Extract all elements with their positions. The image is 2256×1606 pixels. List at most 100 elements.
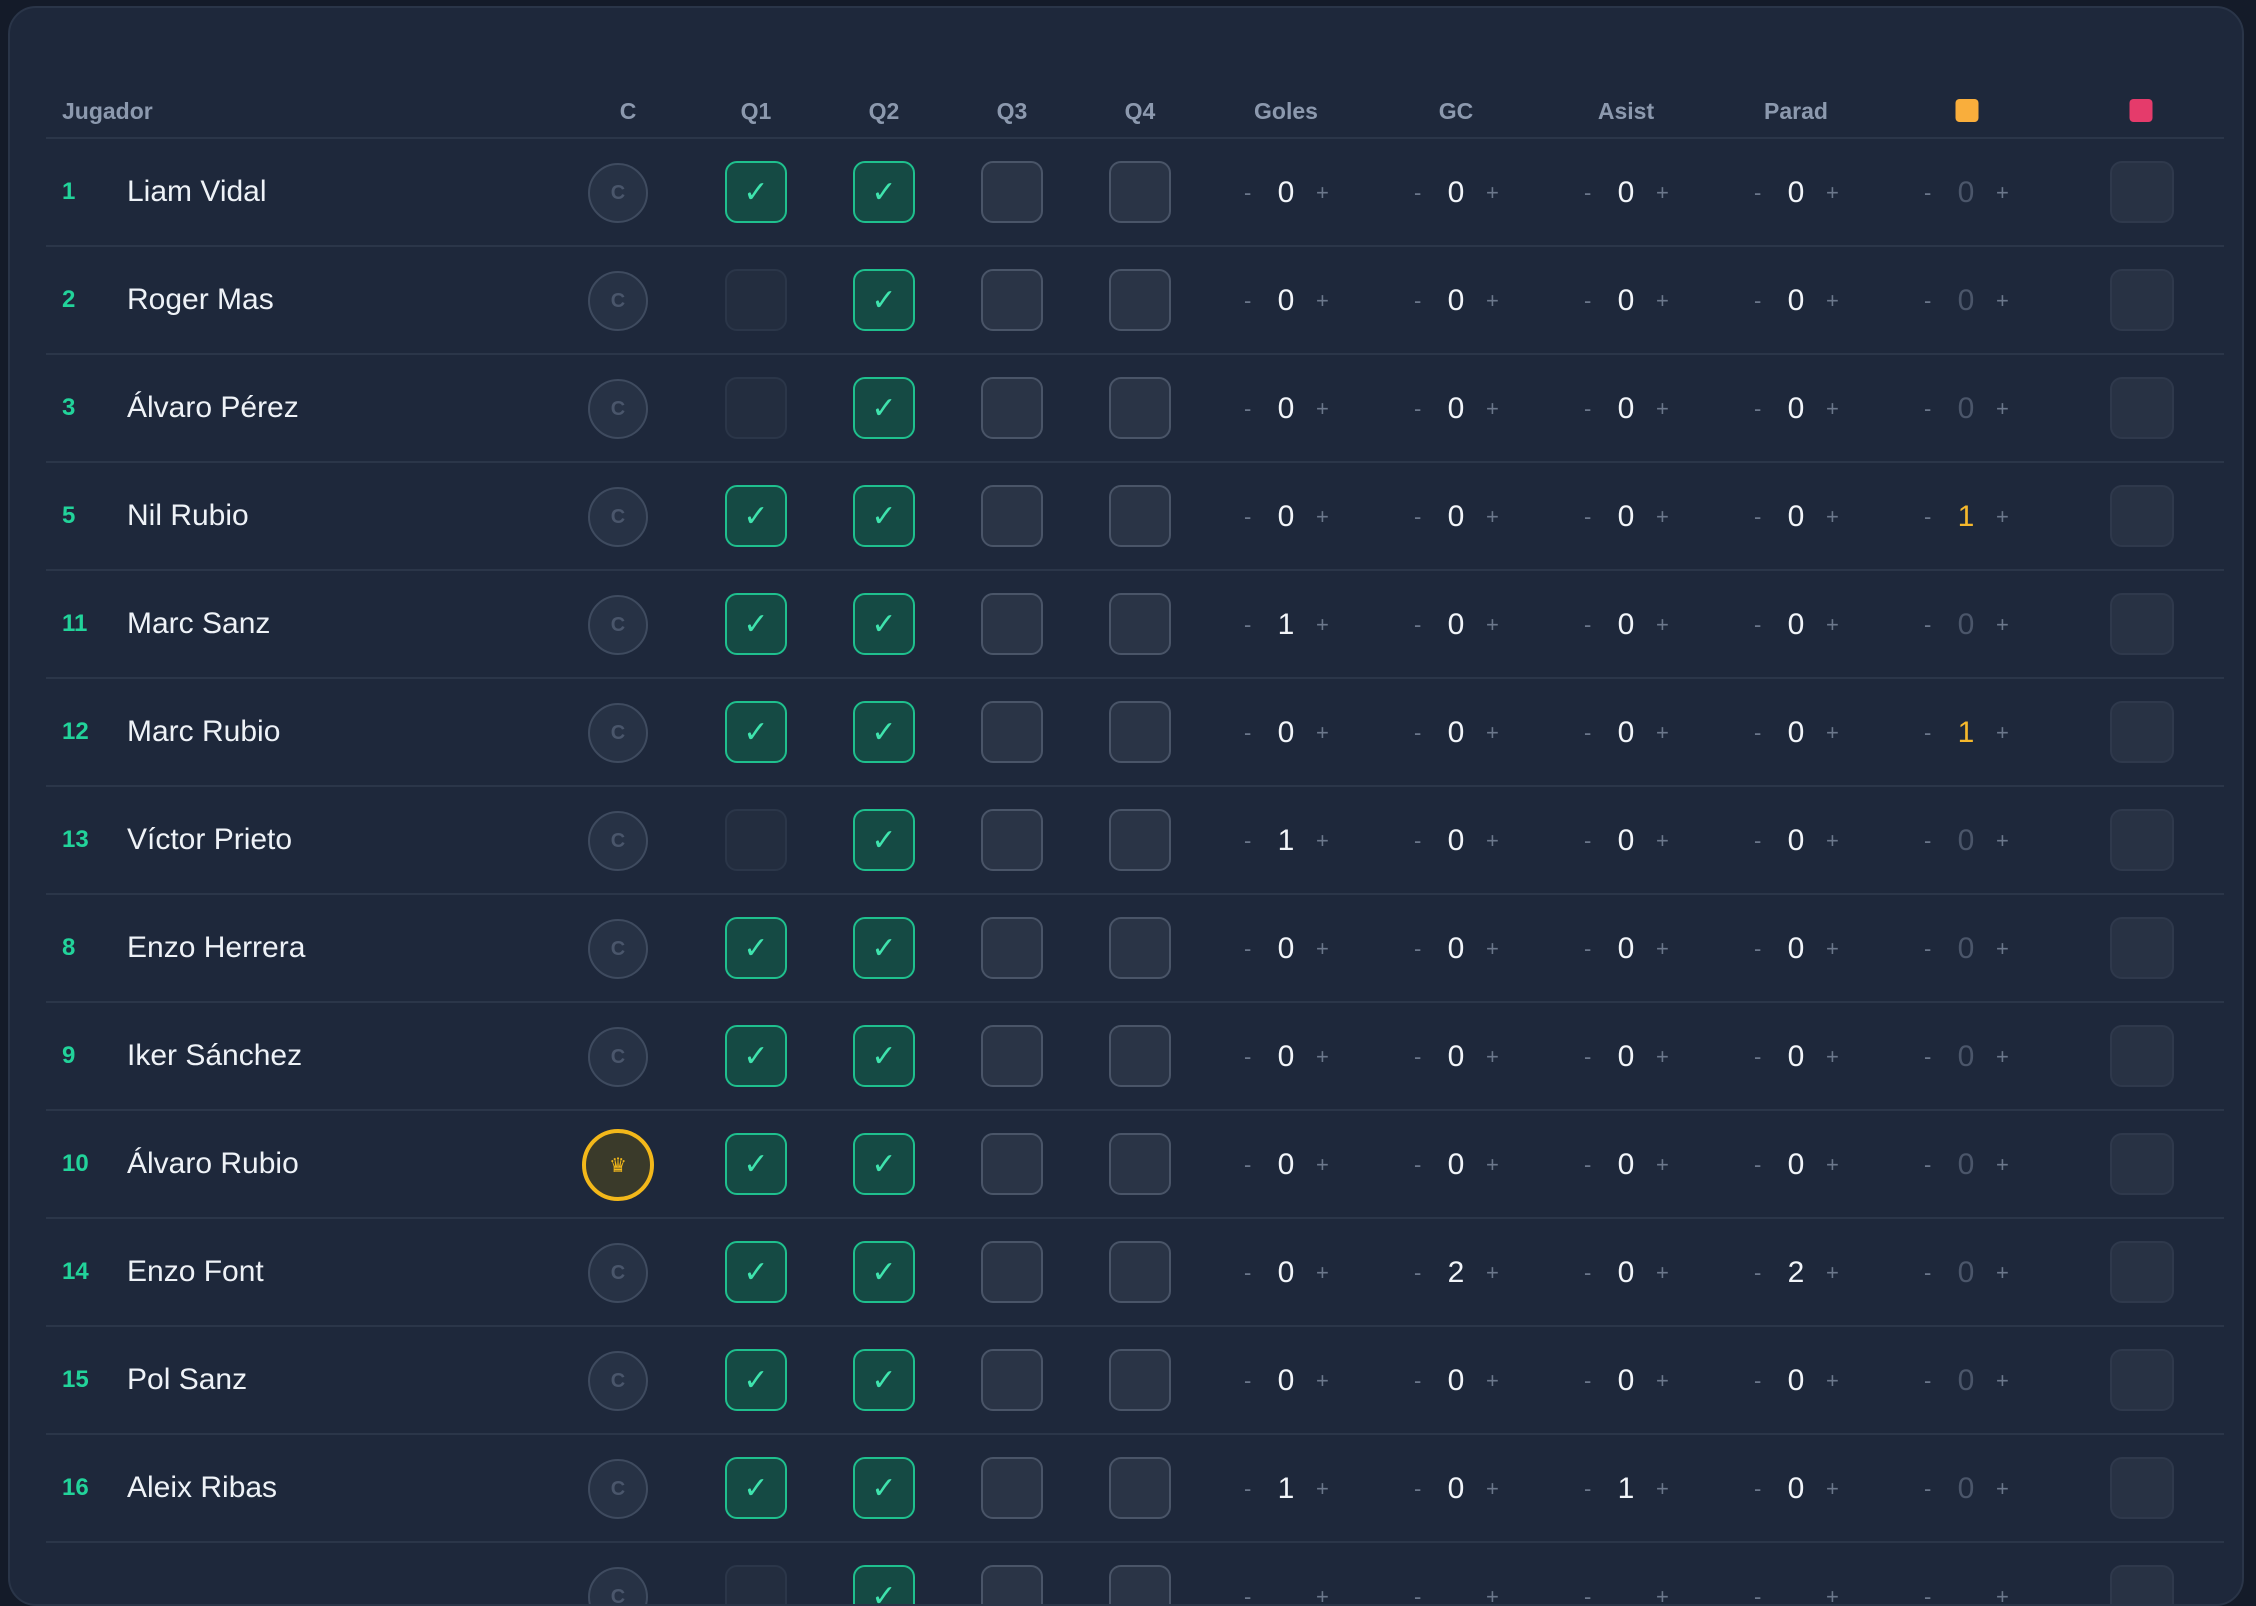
increment-button[interactable]: +: [1826, 395, 1839, 423]
increment-button[interactable]: +: [1996, 395, 2009, 423]
quarter-checkbox-q2[interactable]: ✓: [853, 809, 915, 871]
increment-button[interactable]: +: [1316, 179, 1329, 207]
increment-button[interactable]: +: [1996, 1367, 2009, 1395]
quarter-checkbox-q1[interactable]: ✓: [725, 917, 787, 979]
quarter-checkbox-q2[interactable]: ✓: [853, 593, 915, 655]
increment-button[interactable]: +: [1316, 935, 1329, 963]
quarter-checkbox-q1[interactable]: ✓: [725, 161, 787, 223]
increment-button[interactable]: +: [1996, 1259, 2009, 1287]
increment-button[interactable]: +: [1826, 179, 1839, 207]
quarter-checkbox-q3[interactable]: [981, 485, 1043, 547]
increment-button[interactable]: +: [1316, 503, 1329, 531]
quarter-checkbox-q4[interactable]: [1109, 1565, 1171, 1606]
decrement-button[interactable]: -: [1414, 1583, 1421, 1606]
increment-button[interactable]: +: [1486, 1259, 1499, 1287]
increment-button[interactable]: +: [1316, 395, 1329, 423]
increment-button[interactable]: +: [1996, 719, 2009, 747]
red-card-toggle[interactable]: [2110, 377, 2174, 439]
quarter-checkbox-q3[interactable]: [981, 1133, 1043, 1195]
increment-button[interactable]: +: [1486, 395, 1499, 423]
increment-button[interactable]: +: [1826, 287, 1839, 315]
decrement-button[interactable]: -: [1754, 1583, 1761, 1606]
increment-button[interactable]: +: [1996, 935, 2009, 963]
increment-button[interactable]: +: [1486, 1151, 1499, 1179]
increment-button[interactable]: +: [1656, 1043, 1669, 1071]
quarter-checkbox-q4[interactable]: [1109, 1241, 1171, 1303]
increment-button[interactable]: +: [1656, 503, 1669, 531]
captain-toggle[interactable]: ♛: [582, 1129, 654, 1201]
increment-button[interactable]: +: [1316, 611, 1329, 639]
quarter-checkbox-q4[interactable]: [1109, 485, 1171, 547]
quarter-checkbox-q3[interactable]: [981, 269, 1043, 331]
red-card-toggle[interactable]: [2110, 161, 2174, 223]
increment-button[interactable]: +: [1826, 1259, 1839, 1287]
captain-toggle[interactable]: C: [588, 163, 648, 223]
captain-toggle[interactable]: C: [588, 919, 648, 979]
captain-toggle[interactable]: C: [588, 487, 648, 547]
quarter-checkbox-q3[interactable]: [981, 1025, 1043, 1087]
quarter-checkbox-q4[interactable]: [1109, 269, 1171, 331]
quarter-checkbox-q3[interactable]: [981, 593, 1043, 655]
increment-button[interactable]: +: [1316, 827, 1329, 855]
increment-button[interactable]: +: [1656, 395, 1669, 423]
increment-button[interactable]: +: [1656, 1151, 1669, 1179]
quarter-checkbox-q4[interactable]: [1109, 161, 1171, 223]
increment-button[interactable]: +: [1316, 1475, 1329, 1503]
decrement-button[interactable]: -: [1584, 1583, 1591, 1606]
red-card-toggle[interactable]: [2110, 1457, 2174, 1519]
increment-button[interactable]: +: [1656, 719, 1669, 747]
increment-button[interactable]: +: [1316, 1259, 1329, 1287]
quarter-checkbox-q2[interactable]: ✓: [853, 701, 915, 763]
quarter-checkbox-q4[interactable]: [1109, 701, 1171, 763]
increment-button[interactable]: +: [1316, 1043, 1329, 1071]
quarter-checkbox-q2[interactable]: ✓: [853, 1133, 915, 1195]
red-card-toggle[interactable]: [2110, 809, 2174, 871]
quarter-checkbox-q1[interactable]: ✓: [725, 701, 787, 763]
quarter-checkbox-q1[interactable]: [725, 1565, 787, 1606]
quarter-checkbox-q1[interactable]: [725, 269, 787, 331]
increment-button[interactable]: +: [1996, 827, 2009, 855]
increment-button[interactable]: +: [1316, 1583, 1329, 1606]
captain-toggle[interactable]: C: [588, 1027, 648, 1087]
increment-button[interactable]: +: [1486, 1367, 1499, 1395]
quarter-checkbox-q3[interactable]: [981, 809, 1043, 871]
increment-button[interactable]: +: [1486, 611, 1499, 639]
increment-button[interactable]: +: [1996, 1151, 2009, 1179]
captain-toggle[interactable]: C: [588, 1243, 648, 1303]
increment-button[interactable]: +: [1486, 1475, 1499, 1503]
quarter-checkbox-q1[interactable]: ✓: [725, 593, 787, 655]
quarter-checkbox-q1[interactable]: ✓: [725, 1133, 787, 1195]
quarter-checkbox-q1[interactable]: [725, 809, 787, 871]
red-card-toggle[interactable]: [2110, 593, 2174, 655]
increment-button[interactable]: +: [1826, 1583, 1839, 1606]
decrement-button[interactable]: -: [1924, 1583, 1931, 1606]
increment-button[interactable]: +: [1826, 1043, 1839, 1071]
increment-button[interactable]: +: [1826, 1151, 1839, 1179]
quarter-checkbox-q4[interactable]: [1109, 593, 1171, 655]
increment-button[interactable]: +: [1316, 719, 1329, 747]
quarter-checkbox-q4[interactable]: [1109, 1133, 1171, 1195]
increment-button[interactable]: +: [1486, 179, 1499, 207]
increment-button[interactable]: +: [1656, 935, 1669, 963]
quarter-checkbox-q2[interactable]: ✓: [853, 269, 915, 331]
red-card-toggle[interactable]: [2110, 1565, 2174, 1606]
increment-button[interactable]: +: [1996, 1583, 2009, 1606]
quarter-checkbox-q2[interactable]: ✓: [853, 485, 915, 547]
increment-button[interactable]: +: [1656, 1583, 1669, 1606]
increment-button[interactable]: +: [1486, 503, 1499, 531]
increment-button[interactable]: +: [1316, 1151, 1329, 1179]
increment-button[interactable]: +: [1826, 611, 1839, 639]
quarter-checkbox-q2[interactable]: ✓: [853, 917, 915, 979]
captain-toggle[interactable]: C: [588, 1567, 648, 1606]
captain-toggle[interactable]: C: [588, 703, 648, 763]
captain-toggle[interactable]: C: [588, 811, 648, 871]
captain-toggle[interactable]: C: [588, 271, 648, 331]
quarter-checkbox-q4[interactable]: [1109, 809, 1171, 871]
quarter-checkbox-q4[interactable]: [1109, 1457, 1171, 1519]
increment-button[interactable]: +: [1486, 935, 1499, 963]
increment-button[interactable]: +: [1656, 1475, 1669, 1503]
quarter-checkbox-q1[interactable]: ✓: [725, 1241, 787, 1303]
decrement-button[interactable]: -: [1244, 1583, 1251, 1606]
increment-button[interactable]: +: [1486, 1583, 1499, 1606]
captain-toggle[interactable]: C: [588, 595, 648, 655]
